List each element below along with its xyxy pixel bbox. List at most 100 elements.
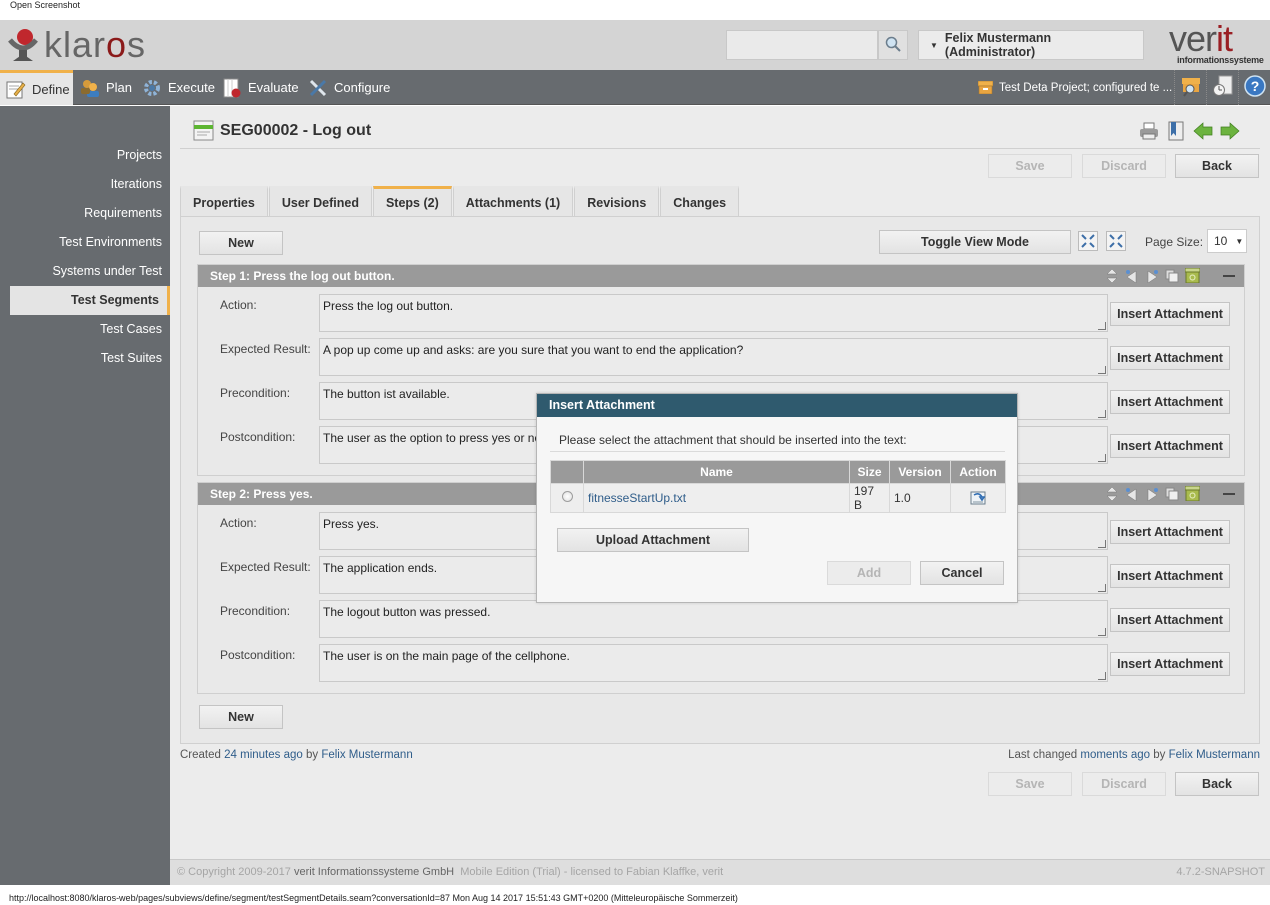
- page-size-select[interactable]: 10 ▼: [1207, 229, 1247, 253]
- insert-attachment-dialog: Insert Attachment Please select the atta…: [536, 393, 1018, 603]
- created-by-link[interactable]: Felix Mustermann: [321, 749, 412, 761]
- resize-handle-icon: [1098, 540, 1106, 548]
- tab-revisions[interactable]: Revisions: [574, 186, 660, 216]
- collapse-step-button[interactable]: [1222, 267, 1236, 284]
- insert-after-button[interactable]: [1144, 485, 1160, 502]
- sidebar-item-requirements[interactable]: Requirements: [84, 199, 162, 228]
- project-search-button[interactable]: [1174, 70, 1206, 105]
- download-button[interactable]: [970, 489, 986, 505]
- collapse-all-button[interactable]: [1078, 231, 1098, 251]
- sidebar-item-test-segments[interactable]: Test Segments: [10, 286, 170, 315]
- column-header-version[interactable]: Version: [889, 460, 951, 484]
- save-button-bottom[interactable]: Save: [988, 772, 1072, 796]
- minus-icon: [1223, 492, 1235, 495]
- step-2-action-insert-attachment-button[interactable]: Insert Attachment: [1110, 520, 1230, 544]
- move-step-button[interactable]: [1104, 485, 1120, 502]
- user-menu-label: Felix Mustermann (Administrator): [944, 31, 1052, 59]
- column-header-name[interactable]: Name: [583, 460, 850, 484]
- table-row: fitnesseStartUp.txt 197 B 1.0: [550, 483, 1006, 513]
- expected-result-label: Expected Result:: [220, 560, 311, 574]
- created-time-link[interactable]: 24 minutes ago: [224, 749, 303, 761]
- search-button[interactable]: [878, 30, 908, 60]
- postcondition-label: Postcondition:: [220, 430, 296, 444]
- changed-by-link[interactable]: Felix Mustermann: [1169, 749, 1260, 761]
- column-header-select: [550, 460, 584, 484]
- copy-icon: [1165, 269, 1179, 282]
- step-1-expected-field[interactable]: A pop up come up and asks: are you sure …: [319, 338, 1108, 376]
- sidebar-item-systems-under-test[interactable]: Systems under Test: [52, 257, 162, 286]
- step-1-action-field[interactable]: Press the log out button.: [319, 294, 1108, 332]
- copy-step-button[interactable]: [1164, 485, 1180, 502]
- collapse-step-button[interactable]: [1222, 485, 1236, 502]
- sidebar-item-iterations[interactable]: Iterations: [111, 170, 162, 199]
- klaros-logo[interactable]: klaros: [8, 25, 146, 65]
- job-history-button[interactable]: [1206, 70, 1238, 105]
- step-1-expected-insert-attachment-button[interactable]: Insert Attachment: [1110, 346, 1230, 370]
- move-step-button[interactable]: [1104, 267, 1120, 284]
- nav-evaluate[interactable]: Evaluate: [222, 70, 299, 105]
- step-2-expected-insert-attachment-button[interactable]: Insert Attachment: [1110, 564, 1230, 588]
- nav-configure[interactable]: Configure: [308, 70, 390, 105]
- insert-before-button[interactable]: [1124, 267, 1140, 284]
- company-name: verit Informationssysteme GmbH: [293, 866, 455, 878]
- column-header-size[interactable]: Size: [849, 460, 890, 484]
- attachment-radio[interactable]: [561, 491, 573, 502]
- caret-down-icon: ▼: [1235, 236, 1244, 246]
- bookmark-button[interactable]: [1165, 120, 1186, 141]
- attachment-name-link[interactable]: fitnesseStartUp.txt: [588, 491, 686, 505]
- previous-button[interactable]: [1192, 120, 1213, 141]
- add-button[interactable]: Add: [827, 561, 911, 585]
- discard-button-top[interactable]: Discard: [1082, 154, 1166, 178]
- step-2-precondition-insert-attachment-button[interactable]: Insert Attachment: [1110, 608, 1230, 632]
- insert-after-button[interactable]: [1144, 267, 1160, 284]
- changed-time-link[interactable]: moments ago: [1080, 749, 1150, 761]
- tab-steps[interactable]: Steps (2): [372, 186, 452, 216]
- step-2-title: Step 2: Press yes.: [210, 487, 313, 501]
- step-2-precondition-field[interactable]: The logout button was pressed.: [319, 600, 1108, 638]
- upload-attachment-button[interactable]: Upload Attachment: [557, 528, 749, 552]
- tab-properties[interactable]: Properties: [180, 186, 268, 216]
- print-button[interactable]: [1138, 120, 1159, 141]
- delete-step-button[interactable]: [1184, 485, 1200, 502]
- project-search-icon: [1180, 75, 1202, 100]
- discard-button-bottom[interactable]: Discard: [1082, 772, 1166, 796]
- step-2-postcondition-field[interactable]: The user is on the main page of the cell…: [319, 644, 1108, 682]
- cancel-button[interactable]: Cancel: [920, 561, 1004, 585]
- nav-plan[interactable]: Plan: [80, 70, 132, 105]
- sidebar-item-test-suites[interactable]: Test Suites: [101, 344, 162, 373]
- back-button-top[interactable]: Back: [1175, 154, 1259, 178]
- new-step-button-top[interactable]: New: [199, 231, 283, 255]
- tab-user-defined[interactable]: User Defined: [268, 186, 372, 216]
- step-1-precondition-insert-attachment-button[interactable]: Insert Attachment: [1110, 390, 1230, 414]
- plan-icon: [80, 78, 100, 98]
- tab-changes[interactable]: Changes: [660, 186, 740, 216]
- tab-attachments[interactable]: Attachments (1): [452, 186, 574, 216]
- new-step-button-bottom[interactable]: New: [199, 705, 283, 729]
- download-icon: [970, 491, 986, 504]
- next-button[interactable]: [1219, 120, 1240, 141]
- help-button[interactable]: ?: [1238, 70, 1270, 105]
- step-1-postcondition-insert-attachment-button[interactable]: Insert Attachment: [1110, 434, 1230, 458]
- expand-all-button[interactable]: [1106, 231, 1126, 251]
- sidebar-item-test-cases[interactable]: Test Cases: [100, 315, 162, 344]
- configure-icon: [308, 78, 328, 98]
- toggle-view-mode-button[interactable]: Toggle View Mode: [879, 230, 1071, 254]
- verit-logo: verit informationssysteme: [1165, 18, 1270, 68]
- nav-define-label: Define: [32, 81, 70, 97]
- attachments-table: Name Size Version Action fitnesseStartUp…: [550, 460, 1006, 513]
- user-menu[interactable]: ▼ Felix Mustermann (Administrator): [918, 30, 1144, 60]
- global-search-input[interactable]: [726, 30, 878, 60]
- delete-step-button[interactable]: [1184, 267, 1200, 284]
- back-button-bottom[interactable]: Back: [1175, 772, 1259, 796]
- insert-before-button[interactable]: [1124, 485, 1140, 502]
- step-1-action-insert-attachment-button[interactable]: Insert Attachment: [1110, 302, 1230, 326]
- save-button-top[interactable]: Save: [988, 154, 1072, 178]
- sidebar-item-projects[interactable]: Projects: [117, 141, 162, 170]
- sidebar-item-test-environments[interactable]: Test Environments: [59, 228, 162, 257]
- nav-execute[interactable]: Execute: [142, 70, 215, 105]
- active-project-selector[interactable]: Test Deta Project; configured te ...: [978, 70, 1172, 105]
- nav-define[interactable]: Define: [0, 70, 73, 105]
- step-2-postcondition-insert-attachment-button[interactable]: Insert Attachment: [1110, 652, 1230, 676]
- copy-step-button[interactable]: [1164, 267, 1180, 284]
- project-box-icon: [978, 81, 993, 94]
